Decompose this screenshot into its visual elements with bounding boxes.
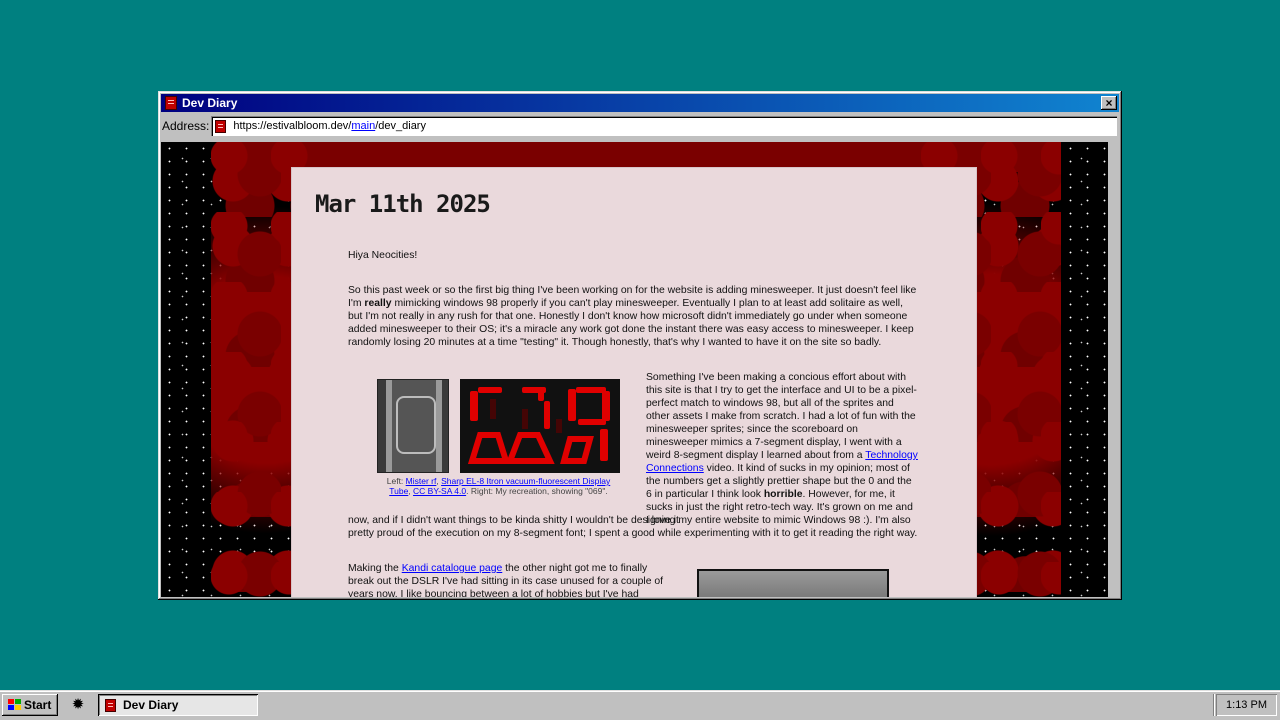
start-label: Start [24,698,52,712]
greeting-paragraph: Hiya Neocities! [348,250,418,261]
caption-right: . Right: My recreation, showing "069". [466,486,608,496]
dslr-photo [697,569,889,597]
taskbar-item-label: Dev Diary [123,698,179,712]
segment [505,432,555,464]
start-button[interactable]: Start [2,694,58,716]
p2-bold: really [364,298,392,309]
segment-display-paragraph: Something I've been making a concious ef… [646,371,918,527]
window-title: Dev Diary [182,96,238,110]
segment [556,419,562,433]
book-icon [215,119,227,133]
segment [467,432,511,464]
address-field[interactable]: https://estivalbloom.dev/main/dev_diary [211,116,1117,136]
browser-window: Dev Diary × Address: https://estivalbloo… [158,91,1122,600]
kandi-paragraph: Making the Kandi catalogue page the othe… [348,562,673,597]
segment [600,429,608,461]
page-viewport[interactable]: Mar 11th 2025 Hiya Neocities! So this pa… [161,142,1108,597]
minesweeper-paragraph: So this past week or so the first big th… [348,284,918,349]
url-link-main[interactable]: main [351,120,375,132]
segment [602,391,610,421]
kandi-catalogue-link[interactable]: Kandi catalogue page [402,563,503,574]
p3-bold: horrible [763,489,803,500]
tube-glow [396,396,436,454]
caption-link-author[interactable]: Mister rf [406,476,437,486]
eight-segment-recreation [460,379,620,473]
windows-logo-icon [8,699,22,711]
url-prefix: https://estivalbloom.dev/ [233,120,352,132]
p2-text-b: mimicking windows 98 properly if you can… [348,298,914,348]
address-label: Address: [162,119,210,133]
p3-text-a: Something I've been making a concious ef… [646,372,917,461]
caption-left: Left: [386,476,406,486]
segment [576,387,606,393]
taskbar: Start ✹ Dev Diary 1:13 PM [0,690,1280,720]
url-suffix: /dev_diary [375,120,426,132]
segment [470,391,478,421]
book-icon [105,698,116,712]
gear-icon[interactable]: ✹ [66,695,90,715]
system-clock[interactable]: 1:13 PM [1216,694,1277,716]
close-button[interactable]: × [1101,96,1117,110]
segment [544,401,550,429]
segment [490,399,496,419]
figure-caption: Left: Mister rf, Sharp EL-8 Itron vacuum… [377,476,620,496]
title-bar[interactable]: Dev Diary × [161,94,1119,112]
p4-text-a: Making the [348,563,402,574]
segment [478,387,502,393]
taskbar-item-dev-diary[interactable]: Dev Diary [98,694,258,716]
segment-display-paragraph-cont: now, and if I didn't want things to be k… [348,515,918,539]
diary-paper: Mar 11th 2025 Hiya Neocities! So this pa… [291,167,977,597]
segment [560,436,594,464]
vfd-tube-photo [377,379,449,473]
tray-divider [1213,694,1215,716]
caption-link-license[interactable]: CC BY-SA 4.0 [413,486,466,496]
unlit-segments [490,399,562,433]
book-icon [165,96,177,110]
segment-digits [467,387,610,464]
segment [522,409,528,429]
segment [538,389,544,401]
post-title: Mar 11th 2025 [315,190,491,218]
segment [578,419,606,425]
segment [568,389,576,421]
address-bar: Address: https://estivalbloom.dev/main/d… [161,115,1119,137]
